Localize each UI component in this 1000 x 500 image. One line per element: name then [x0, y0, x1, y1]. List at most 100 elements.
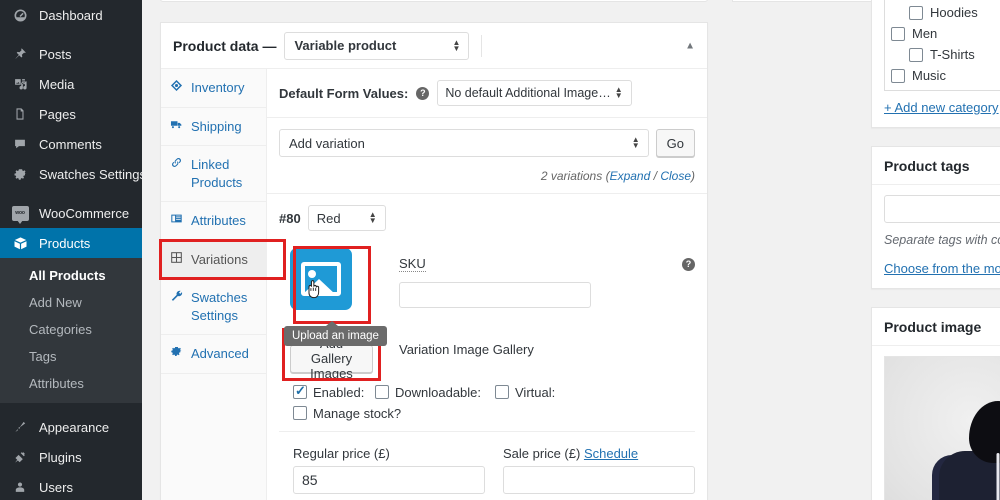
add-new-category-link[interactable]: + Add new category	[884, 100, 999, 115]
sidebar-item-appearance[interactable]: Appearance	[0, 412, 142, 442]
sidebar-item-posts[interactable]: Posts	[0, 39, 142, 69]
close-link[interactable]: Close	[660, 169, 691, 183]
sidebar-item-media[interactable]: Media	[0, 69, 142, 99]
media-icon	[10, 74, 30, 94]
product-data-title: Product data —	[173, 37, 277, 54]
sidebar-item-label: Swatches Settings	[39, 166, 146, 182]
plugins-plug-icon	[10, 447, 30, 467]
product-image-postbox: Product image ▲ Woo	[871, 307, 1000, 500]
sidebar-item-label: Comments	[39, 136, 102, 152]
category-item-hoodies[interactable]: Hoodies	[891, 2, 1000, 23]
product-image-header: Product image ▲	[872, 308, 1000, 346]
variation-checkbox-section: Enabled: Downloadable: Virtual:	[279, 373, 695, 432]
help-tip-icon[interactable]: ?	[416, 86, 430, 100]
help-tip-icon[interactable]: ?	[682, 257, 695, 271]
partial-panel-above	[160, 0, 708, 2]
header-divider	[481, 34, 483, 57]
chevron-up-icon[interactable]: ▲	[685, 40, 695, 51]
tab-advanced[interactable]: Advanced	[161, 335, 266, 374]
tab-label: Shipping	[191, 118, 242, 134]
add-gallery-images-button[interactable]: Add Gallery Images	[290, 336, 373, 381]
tab-shipping[interactable]: Shipping	[161, 108, 266, 147]
mouse-pointer-cursor-icon	[306, 278, 325, 303]
sidebar-item-dashboard[interactable]: Dashboard	[0, 0, 142, 30]
product-tags-input[interactable]	[884, 195, 1000, 223]
select-arrows-icon: ▲ ▼	[631, 135, 640, 150]
category-checkbox[interactable]	[909, 47, 923, 62]
menu-separator	[0, 403, 142, 412]
sidebar-item-plugins[interactable]: Plugins	[0, 442, 142, 472]
tab-variations[interactable]: Variations	[159, 238, 286, 281]
tab-attributes[interactable]: Attributes	[161, 202, 266, 241]
product-image-thumbnail[interactable]: Woo	[884, 356, 1000, 500]
sidebar-item-woocommerce[interactable]: woo WooCommerce	[0, 198, 142, 228]
comments-icon	[10, 134, 30, 154]
category-checkbox[interactable]	[891, 68, 905, 83]
most-used-tags-link[interactable]: Choose from the most used tags	[884, 261, 1000, 276]
go-button[interactable]: Go	[655, 129, 695, 157]
products-submenu: All Products Add New Categories Tags Att…	[0, 258, 142, 404]
tab-linked-products[interactable]: Linked Products	[161, 146, 266, 203]
category-item-music[interactable]: Music	[891, 65, 1000, 86]
variation-image-highlight	[293, 246, 371, 324]
downloadable-checkbox-item[interactable]: Downloadable:	[375, 385, 495, 400]
variation-image-placeholder[interactable]	[290, 246, 371, 324]
product-categories-list: Clothing Hoodies Men T-Shirts	[884, 0, 1000, 91]
variation-attribute-select[interactable]: Red ▲ ▼	[307, 205, 386, 231]
virtual-checkbox-item[interactable]: Virtual:	[495, 385, 555, 400]
sku-input[interactable]	[399, 282, 591, 308]
pages-icon	[10, 104, 30, 124]
product-tags-inside: Add Separate tags with commas Choose fro…	[872, 185, 1000, 288]
virtual-checkbox[interactable]	[495, 385, 509, 399]
manage-stock-checkbox[interactable]	[293, 406, 307, 420]
category-item-t-shirts[interactable]: T-Shirts	[891, 44, 1000, 65]
add-variation-value: Add variation	[289, 135, 365, 151]
sale-price-col: Sale price (£) Schedule	[503, 446, 695, 494]
sale-price-input[interactable]	[503, 465, 695, 494]
category-checkbox[interactable]	[891, 26, 905, 41]
product-categories-inside: Clothing Hoodies Men T-Shirts	[872, 0, 1000, 127]
expand-link[interactable]: Expand	[610, 169, 651, 183]
submenu-item-tags[interactable]: Tags	[0, 344, 142, 371]
category-checkbox[interactable]	[909, 5, 923, 20]
sidebar-item-pages[interactable]: Pages	[0, 99, 142, 129]
category-item-men[interactable]: Men	[891, 23, 1000, 44]
enabled-label: Enabled:	[313, 384, 365, 400]
sidebar-item-label: Posts	[39, 46, 72, 62]
tab-swatches-settings[interactable]: Swatches Settings	[161, 279, 266, 336]
tab-label: Variations	[191, 251, 248, 267]
default-form-values-select[interactable]: No default Additional Image… ▲ ▼	[437, 80, 632, 106]
sidebar-item-products[interactable]: Products	[0, 228, 150, 258]
schedule-link[interactable]: Schedule	[584, 446, 638, 461]
product-tags-header: Product tags ▲	[872, 147, 1000, 185]
manage-stock-checkbox-item[interactable]: Manage stock?	[293, 406, 401, 421]
submenu-item-attributes[interactable]: Attributes	[0, 371, 142, 398]
enabled-checkbox-item[interactable]: Enabled:	[293, 384, 375, 400]
product-data-tabs: Inventory Shipping Linked Products Attri…	[159, 69, 286, 500]
pin-icon	[10, 44, 30, 64]
sku-label: SKU	[399, 256, 426, 272]
link-icon	[170, 156, 184, 169]
product-tags-title: Product tags	[884, 157, 970, 174]
virtual-label: Virtual:	[515, 384, 556, 400]
submenu-item-categories[interactable]: Categories	[0, 317, 142, 344]
link-separator: /	[653, 169, 657, 183]
default-form-values-value: No default Additional Image…	[445, 86, 611, 100]
regular-price-input[interactable]: 85	[293, 465, 485, 494]
add-variation-select[interactable]: Add variation ▲ ▼	[279, 129, 649, 157]
gear-icon	[10, 164, 30, 184]
sidebar-item-users[interactable]: Users	[0, 472, 142, 500]
tab-inventory[interactable]: Inventory	[161, 69, 266, 108]
downloadable-checkbox[interactable]	[375, 385, 389, 399]
sidebar-item-swatches-settings[interactable]: Swatches Settings	[0, 159, 146, 189]
tab-label: Advanced	[191, 346, 249, 362]
submenu-item-all-products[interactable]: All Products	[0, 263, 142, 290]
variation-id: #80	[279, 210, 301, 226]
dashboard-icon	[10, 5, 30, 25]
product-data-header: Product data — Variable product ▲ ▼ ▲	[161, 23, 707, 69]
submenu-item-add-new[interactable]: Add New	[0, 290, 142, 317]
product-type-select[interactable]: Variable product ▲ ▼	[284, 31, 470, 60]
enabled-checkbox[interactable]	[293, 384, 307, 399]
sidebar-item-comments[interactable]: Comments	[0, 129, 142, 159]
category-label: Music	[912, 68, 946, 83]
